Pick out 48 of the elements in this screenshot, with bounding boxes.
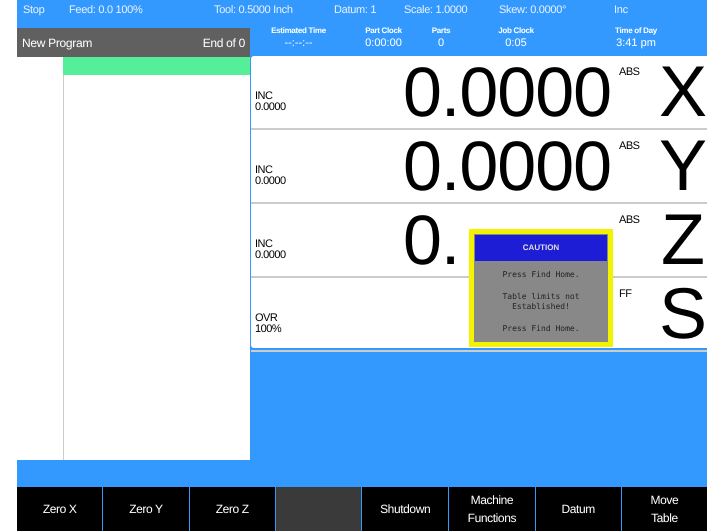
axis-sub-value: 0.0000 <box>255 102 287 113</box>
status-text: Feed: 0.0 100% <box>69 4 144 16</box>
axis-sub-label: INC <box>255 91 274 102</box>
clock-value: 0:05 <box>505 37 527 49</box>
softkey-button[interactable]: Zero Z <box>190 487 275 531</box>
clock-label: Part Clock <box>365 26 402 35</box>
axis-sub-value: 100% <box>255 324 282 335</box>
axis-letter[interactable]: X <box>659 56 707 128</box>
dialog-message: Press Find Home. <box>502 270 580 280</box>
axis-mode: FF <box>618 288 632 300</box>
clock-value: 0:00:00 <box>365 37 402 49</box>
clock-label: Job Clock <box>498 26 534 35</box>
program-title: New Program <box>22 36 92 50</box>
axis-sub-label: INC <box>255 239 274 250</box>
clock-value: 3:41 pm <box>616 37 656 49</box>
program-row[interactable] <box>63 57 250 75</box>
axis-mode: ABS <box>618 140 641 152</box>
axis-letter[interactable]: Y <box>659 130 707 202</box>
axis-sub-label: INC <box>255 165 274 176</box>
axis-letter[interactable]: Z <box>659 204 707 276</box>
status-text: Datum: 1 <box>334 4 378 16</box>
dialog-message: Press Find Home. <box>502 324 580 334</box>
axis-sub-label: OVR <box>255 313 278 324</box>
clock-label: Estimated Time <box>271 26 326 35</box>
program-position: End of 0 <box>202 36 245 50</box>
axis-mode: ABS <box>618 214 641 226</box>
program-list[interactable] <box>17 57 250 460</box>
softkey-button[interactable]: Move Table <box>622 487 707 531</box>
axis-letter[interactable]: S <box>659 278 707 350</box>
status-text: Scale: 1.0000 <box>404 4 468 16</box>
clock-label: Parts <box>432 26 450 35</box>
clock-label: Time of Day <box>615 26 657 35</box>
status-text: Stop <box>23 4 46 16</box>
axis-mode: ABS <box>618 66 641 78</box>
axis-sub-value: 0.0000 <box>255 176 287 187</box>
dialog-title: CAUTION <box>474 234 608 262</box>
status-text: Tool: 0.5000 Inch <box>214 4 294 16</box>
softkey-button[interactable]: Machine Functions <box>449 487 535 531</box>
softkey-button[interactable]: Shutdown <box>362 487 448 531</box>
softkey-button[interactable]: Zero Y <box>103 487 189 531</box>
softkey-button[interactable]: Zero X <box>17 487 102 531</box>
axis-sub-value: 0.0000 <box>255 250 287 261</box>
status-text: Inc <box>614 4 628 16</box>
dialog-message: Table limits not Established! <box>501 292 581 312</box>
clock-value: --:--:-- <box>284 37 313 49</box>
softkey-button[interactable]: Datum <box>536 487 621 531</box>
status-text: Skew: 0.0000° <box>499 4 568 16</box>
clock-value: 0 <box>438 37 444 49</box>
